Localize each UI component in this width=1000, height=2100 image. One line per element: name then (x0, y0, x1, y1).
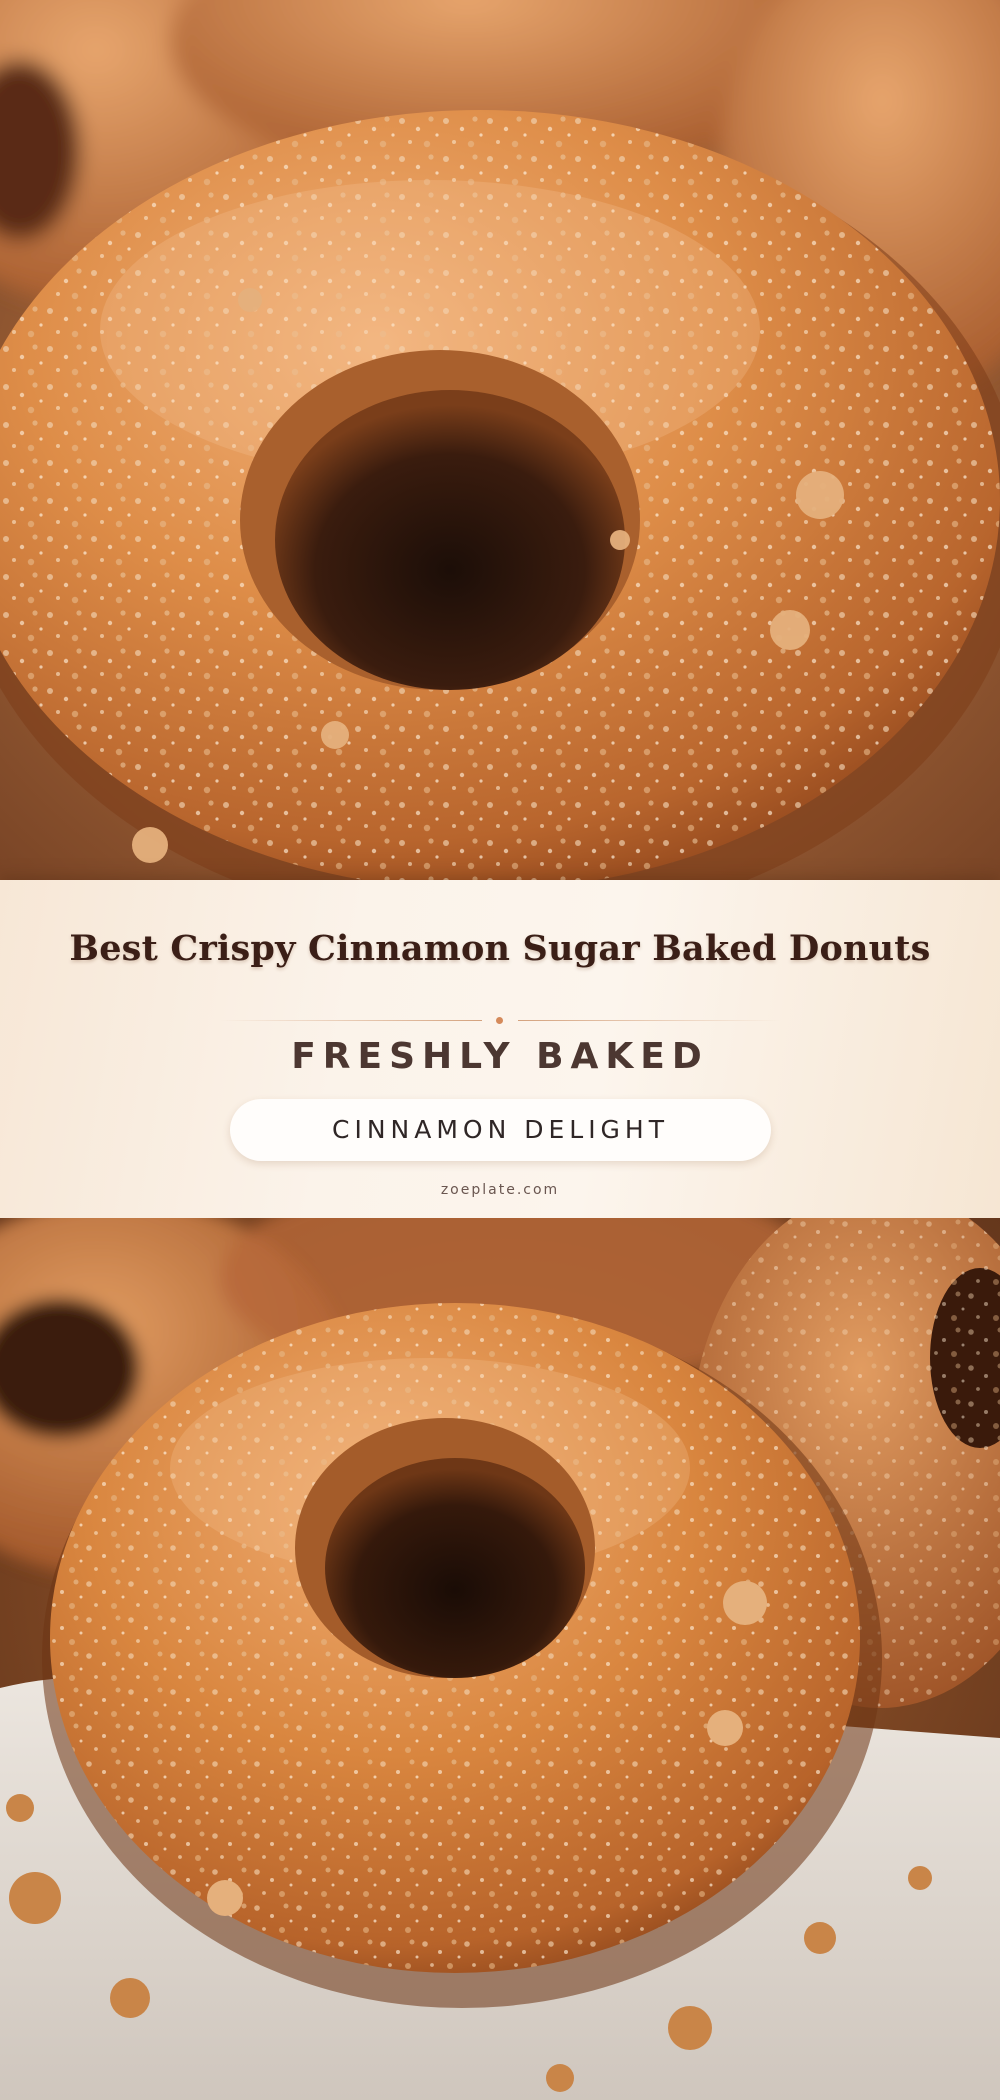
divider-dot (496, 1017, 503, 1024)
ornamental-divider (220, 1016, 780, 1026)
site-url: zoeplate.com (440, 1182, 560, 1198)
divider-line-left (220, 1020, 482, 1021)
donut-photo-bottom (0, 1218, 1000, 2100)
tag-pill-label: CINNAMON DELIGHT (331, 1115, 670, 1144)
pin-image: Best Crispy Cinnamon Sugar Baked Donuts … (0, 0, 1000, 2100)
title-banner: Best Crispy Cinnamon Sugar Baked Donuts … (0, 880, 1000, 1218)
subtitle: FRESHLY BAKED (291, 1036, 709, 1077)
recipe-title: Best Crispy Cinnamon Sugar Baked Donuts (69, 928, 931, 969)
tag-pill: CINNAMON DELIGHT (230, 1099, 771, 1161)
donut-photo-top (0, 0, 1000, 880)
divider-line-right (518, 1020, 780, 1021)
